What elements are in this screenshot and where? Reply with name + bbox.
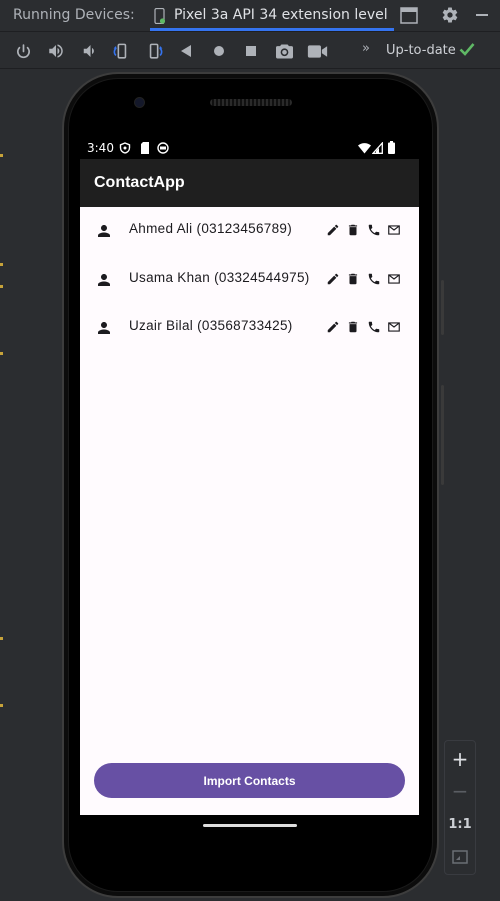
contact-name-number: Ahmed Ali (03123456789) [129,221,293,236]
gutter-marker [0,637,3,640]
gutter-marker [0,704,3,707]
device-tab-label: Pixel 3a API 34 extension level 7 x86_64 [174,7,390,23]
delete-icon[interactable] [346,223,360,237]
phone-device-icon [154,8,165,24]
email-icon[interactable] [387,320,401,334]
contact-list-item[interactable]: Uzair Bilal (03568733425) [80,304,419,352]
contact-list-item[interactable]: Ahmed Ali (03123456789) [80,207,419,255]
ide-tab-bar: Running Devices: Pixel 3a API 34 extensi… [0,0,500,32]
email-icon[interactable] [387,272,401,286]
battery-icon [388,141,395,154]
check-icon [459,43,475,56]
volume-up-icon [49,44,63,58]
shield-icon [119,142,131,154]
screen-record-button[interactable] [306,41,328,61]
device-screen: 3:40 ContactApp Ahmed Ali (03123456789) … [80,138,419,815]
gutter-marker [0,263,3,266]
gutter-marker [0,352,3,355]
app-title: ContactApp [94,174,185,191]
call-icon[interactable] [367,223,381,237]
earpiece-speaker [210,99,292,106]
status-time: 3:40 [87,141,114,155]
wifi-icon [358,143,371,154]
edit-icon[interactable] [326,272,340,286]
gutter-marker [0,285,3,288]
person-icon [98,322,110,334]
android-status-bar: 3:40 [80,138,419,159]
person-icon [98,274,110,286]
home-button[interactable] [209,41,229,61]
zoom-in-button[interactable]: + [445,744,475,774]
delete-icon[interactable] [346,272,360,286]
rotate-left-icon [113,43,126,59]
screenshot-icon [275,44,293,58]
assistant-icon [157,142,169,154]
rotate-right-button[interactable] [144,41,164,61]
side-button [441,280,444,335]
fit-screen-button[interactable] [445,842,475,872]
rotate-left-button[interactable] [111,41,131,61]
more-actions-chevron[interactable]: » [362,41,370,56]
device-tab[interactable]: Pixel 3a API 34 extension level 7 x86_64 [150,0,394,32]
zoom-out-button[interactable]: − [445,776,475,806]
back-button[interactable] [176,41,196,61]
sd-card-icon [141,142,149,154]
import-contacts-button[interactable]: Import Contacts [94,763,405,798]
power-button[interactable] [13,41,33,61]
active-tab-indicator [150,28,394,31]
email-icon[interactable] [387,223,401,237]
volume-up-button[interactable] [46,41,66,61]
running-devices-title: Running Devices: [13,7,135,23]
gear-icon[interactable] [441,6,459,24]
emulator-toolbar: » Up-to-date [0,33,500,69]
cellular-signal-icon [372,142,383,154]
window-layout-icon[interactable] [400,7,418,24]
contact-name-number: Usama Khan (03324544975) [129,270,310,285]
screen-record-icon [307,44,327,58]
minimize-icon[interactable] [474,7,490,23]
overview-icon [246,46,256,56]
fit-screen-icon [452,850,468,864]
rotate-right-icon [149,43,162,59]
gutter-marker [0,154,3,157]
home-gesture-handle[interactable] [203,824,297,827]
edit-icon[interactable] [326,320,340,334]
person-icon [98,225,110,237]
side-button [441,385,444,485]
home-icon [214,46,224,56]
overview-button[interactable] [241,41,261,61]
contact-name-number: Uzair Bilal (03568733425) [129,318,293,333]
delete-icon[interactable] [346,320,360,334]
contact-list-item[interactable]: Usama Khan (03324544975) [80,256,419,304]
actual-size-button[interactable]: 1:1 [445,809,475,839]
volume-down-button[interactable] [79,41,99,61]
top-app-bar: ContactApp [80,159,419,207]
power-icon [16,43,30,58]
android-navigation-bar [80,815,419,837]
edit-icon[interactable] [326,223,340,237]
call-icon[interactable] [367,320,381,334]
front-camera [134,97,145,108]
volume-down-icon [83,45,94,57]
call-icon[interactable] [367,272,381,286]
deployment-status: Up-to-date [386,43,456,58]
zoom-controls: + − 1:1 [444,740,476,875]
screenshot-button[interactable] [274,41,294,61]
back-icon [181,45,191,57]
